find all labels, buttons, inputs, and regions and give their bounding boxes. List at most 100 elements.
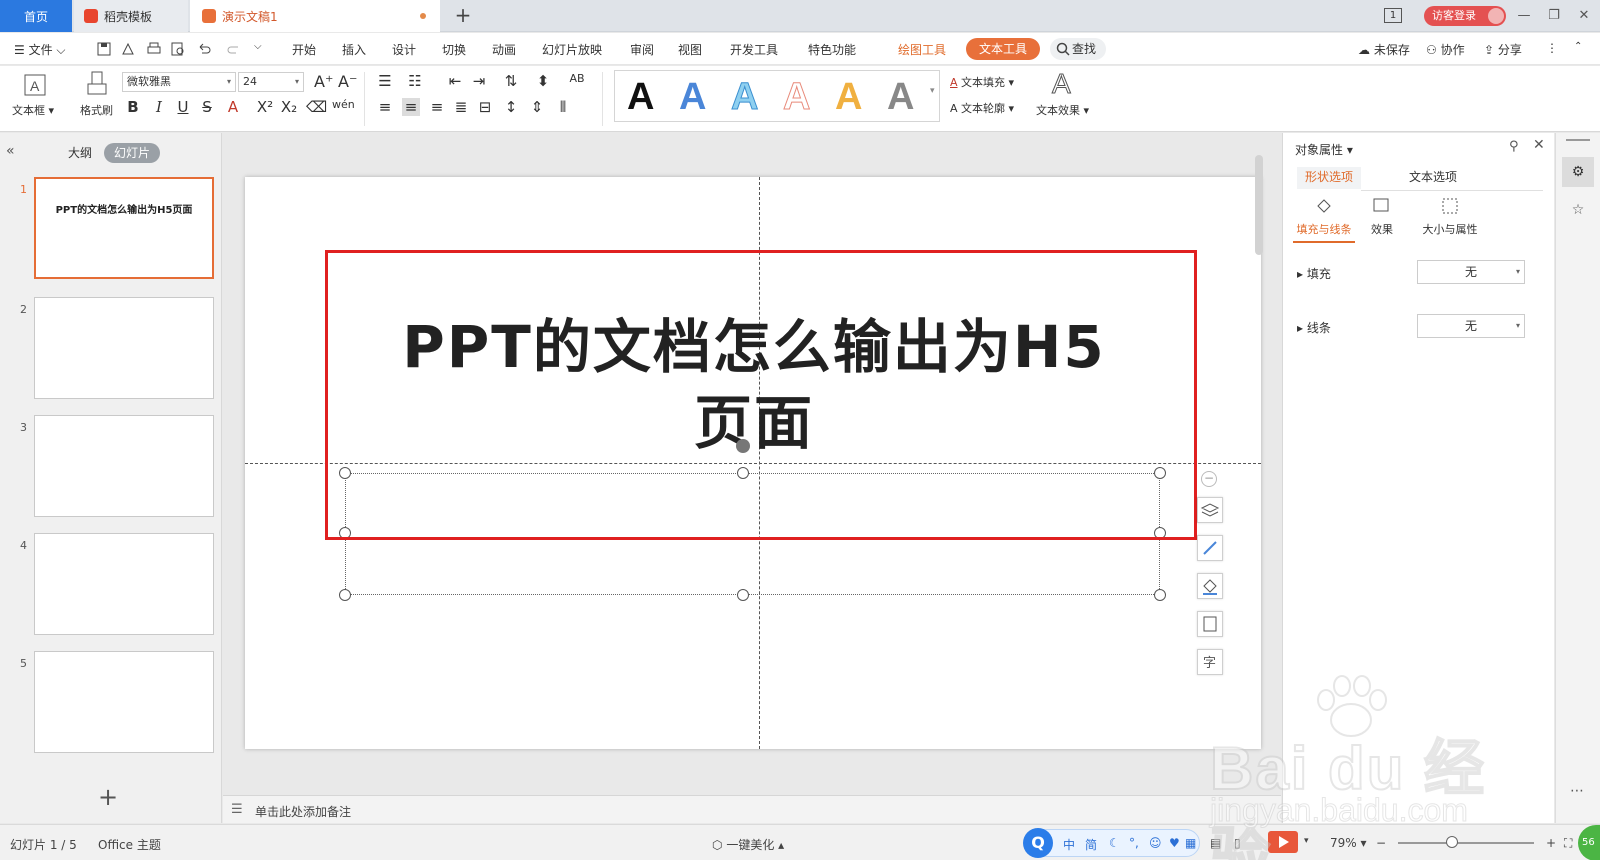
more-options-icon[interactable]: ⋮ xyxy=(1546,41,1558,55)
phonetic-guide-icon[interactable]: wén xyxy=(332,98,355,111)
frame-icon[interactable] xyxy=(1197,611,1223,637)
slide-thumbnail-3[interactable] xyxy=(34,415,214,517)
font-size-select[interactable]: 24 ▾ xyxy=(238,72,304,92)
font-name-select[interactable]: 微软雅黑 ▾ xyxy=(122,72,236,92)
tab-slides[interactable]: 幻灯片 xyxy=(104,143,161,163)
tab-document[interactable]: 演示文稿1 xyxy=(190,0,440,32)
properties-title[interactable]: 对象属性 ▾ xyxy=(1295,141,1353,158)
resize-handle[interactable] xyxy=(339,589,351,601)
ime-grid-icon[interactable]: ▦ xyxy=(1185,836,1196,850)
menu-view[interactable]: 视图 xyxy=(678,41,702,58)
restore-icon[interactable]: ❐ xyxy=(1544,6,1564,26)
resize-handle[interactable] xyxy=(1154,589,1166,601)
subtab-size-properties[interactable]: 大小与属性 xyxy=(1413,195,1487,237)
menu-start[interactable]: 开始 xyxy=(292,41,316,58)
fit-window-icon[interactable]: ⛶ xyxy=(1564,836,1572,851)
zoom-out-icon[interactable]: − xyxy=(1201,471,1217,487)
animation-icon[interactable]: ☆ xyxy=(1562,195,1594,225)
fill-select[interactable]: 无 ▾ xyxy=(1417,260,1525,284)
zoom-in-button[interactable]: + xyxy=(1546,836,1556,850)
zoom-level[interactable]: 79% ▾ xyxy=(1330,836,1367,850)
add-slide-button[interactable]: + xyxy=(98,783,118,811)
notes-area[interactable]: ☰ 单击此处添加备注 xyxy=(223,795,1281,823)
notification-badge[interactable]: 56 xyxy=(1578,825,1600,860)
decrease-indent-icon[interactable]: ⇤ xyxy=(446,72,464,90)
tab-outline[interactable]: 大纲 xyxy=(58,143,102,163)
collapse-ribbon-icon[interactable]: ⌃ xyxy=(1574,41,1582,52)
menu-animations[interactable]: 动画 xyxy=(492,41,516,58)
text-style-orange[interactable]: A xyxy=(835,77,862,117)
increase-indent-icon[interactable]: ⇥ xyxy=(470,72,488,90)
bold-icon[interactable]: B xyxy=(124,98,142,116)
menu-slideshow[interactable]: 幻灯片放映 xyxy=(542,41,602,58)
normal-view-icon[interactable]: ▤ xyxy=(1210,836,1221,850)
text-style-outline-red[interactable]: A xyxy=(782,77,810,118)
menu-developer[interactable]: 开发工具 xyxy=(730,41,778,58)
font-color-icon[interactable]: A xyxy=(224,98,242,116)
ime-moon-icon[interactable]: ☾ xyxy=(1109,836,1120,850)
superscript-icon[interactable]: X² xyxy=(256,98,274,116)
line-section-toggle[interactable]: ▸ 线条 xyxy=(1297,319,1331,336)
vertical-scrollbar[interactable] xyxy=(1253,137,1265,737)
zoom-out-button[interactable]: − xyxy=(1376,836,1386,850)
resize-handle[interactable] xyxy=(737,589,749,601)
print-icon[interactable] xyxy=(146,41,162,57)
minimize-icon[interactable]: — xyxy=(1514,6,1534,26)
collapse-pane-icon[interactable]: « xyxy=(6,143,15,159)
line-spacing-icon[interactable]: ↕ xyxy=(502,98,520,116)
reading-view-icon[interactable]: ▯ xyxy=(1234,836,1241,850)
numbered-list-icon[interactable]: ☷ xyxy=(406,72,424,90)
theme-name[interactable]: Office 主题 xyxy=(98,836,161,853)
slide-canvas[interactable]: PPT的文档怎么输出为H5 页面 − 字 xyxy=(245,177,1261,749)
ime-simplified-mode[interactable]: 简 xyxy=(1085,836,1097,853)
ime-punctuation-icon[interactable]: °, xyxy=(1129,836,1139,850)
share-button[interactable]: ⇪ 分享 xyxy=(1484,41,1522,58)
fill-bucket-icon[interactable] xyxy=(1197,573,1223,599)
slide-thumbnail-2[interactable] xyxy=(34,297,214,399)
ime-emoji-icon[interactable]: ☺ xyxy=(1149,836,1162,850)
strikethrough-icon[interactable]: S xyxy=(198,98,216,116)
subscript-icon[interactable]: X₂ xyxy=(280,98,298,116)
export-icon[interactable] xyxy=(120,41,136,57)
save-icon[interactable] xyxy=(96,41,112,57)
ime-logo-icon[interactable]: Q xyxy=(1023,828,1053,858)
menu-review[interactable]: 审阅 xyxy=(630,41,654,58)
pin-icon[interactable]: ⚲ xyxy=(1509,139,1519,154)
pen-icon[interactable] xyxy=(1197,535,1223,561)
beautify-button[interactable]: ⬡ 一键美化 ▴ xyxy=(712,836,784,853)
print-preview-icon[interactable] xyxy=(170,41,186,57)
tab-home[interactable]: 首页 xyxy=(0,0,72,32)
format-painter-button[interactable]: 格式刷 xyxy=(80,102,113,118)
italic-icon[interactable]: I xyxy=(150,98,168,116)
ime-skin-icon[interactable]: ♥ xyxy=(1169,836,1180,850)
text-style-blue[interactable]: A xyxy=(679,77,706,117)
tab-templates[interactable]: 稻壳模板 xyxy=(74,0,188,32)
close-pane-icon[interactable]: ✕ xyxy=(1533,137,1545,153)
search-button[interactable]: 查找 xyxy=(1050,38,1106,60)
menu-special-features[interactable]: 特色功能 xyxy=(808,41,856,58)
menu-transitions[interactable]: 切换 xyxy=(442,41,466,58)
align-text-icon[interactable]: ⬍ xyxy=(534,72,552,90)
quick-access-dropdown-icon[interactable]: ⌵ xyxy=(254,41,262,52)
slide-thumbnail-1[interactable]: PPT的文档怎么输出为H5页面 xyxy=(34,177,214,279)
menu-text-tools[interactable]: 文本工具 xyxy=(966,38,1040,60)
window-count-badge[interactable]: 1 xyxy=(1384,8,1402,23)
align-left-icon[interactable]: ≡ xyxy=(376,98,394,116)
convert-smartart-icon[interactable]: AB xyxy=(568,72,586,85)
menu-insert[interactable]: 插入 xyxy=(342,41,366,58)
text-direction-icon[interactable]: ⇅ xyxy=(502,72,520,90)
paragraph-spacing-icon[interactable]: ⇕ xyxy=(528,98,546,116)
slide-thumbnail-5[interactable] xyxy=(34,651,214,753)
text-wrap-icon[interactable]: 字 xyxy=(1197,649,1223,675)
gallery-more-icon[interactable]: ▾ xyxy=(930,86,935,96)
textbox-button[interactable]: 文本框 ▾ xyxy=(12,102,54,118)
redo-icon[interactable] xyxy=(226,41,242,57)
zoom-slider-knob[interactable] xyxy=(1446,836,1458,848)
new-tab-button[interactable]: + xyxy=(452,5,474,27)
properties-settings-icon[interactable]: ⚙ xyxy=(1562,157,1594,187)
tab-text-options[interactable]: 文本选项 xyxy=(1401,167,1465,191)
align-center-icon[interactable]: ≡ xyxy=(402,98,420,116)
play-options-icon[interactable]: ▾ xyxy=(1304,836,1309,846)
text-style-outline-blue[interactable]: A xyxy=(730,77,758,118)
collaborate-button[interactable]: ⚇ 协作 xyxy=(1426,41,1465,58)
